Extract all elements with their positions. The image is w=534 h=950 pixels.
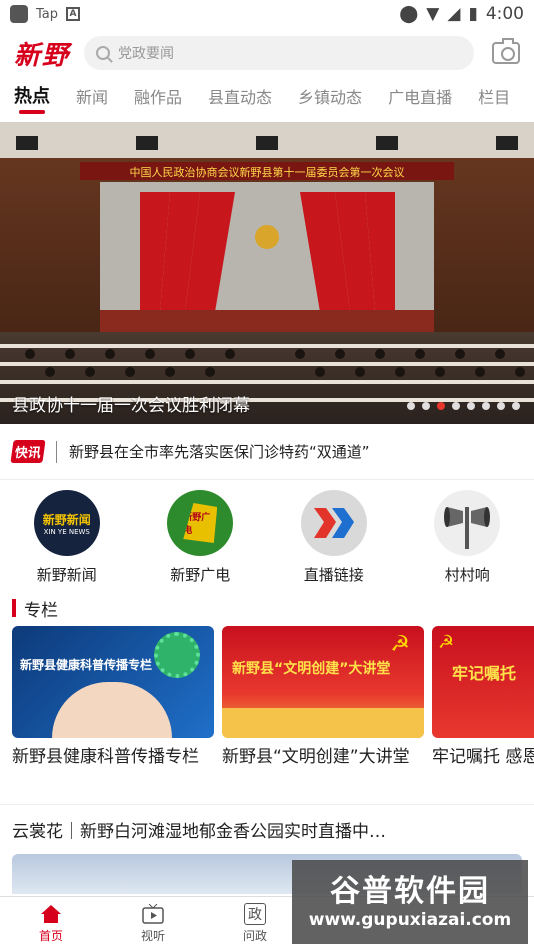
- section-accent-bar: [12, 599, 16, 617]
- quick-item-village-radio[interactable]: 村村响: [407, 490, 527, 590]
- tv-icon: [142, 903, 164, 925]
- card-title: 牢记嘱托 感恩: [432, 747, 534, 767]
- xinye-tv-logo-icon: 新野广电: [167, 490, 234, 556]
- mission-column-image: 牢记嘱托 ☭: [432, 626, 534, 738]
- home-icon: [40, 903, 62, 925]
- carousel-dot[interactable]: [497, 402, 505, 410]
- tab-hot[interactable]: 热点: [14, 78, 50, 118]
- font-icon: A: [66, 7, 81, 21]
- hero-banner[interactable]: 中国人民政治协商会议新野县第十一届委员会第一次会议 县政协十一届一次会议胜利闭幕: [0, 122, 534, 424]
- app-header: 新野 党政要闻: [0, 28, 534, 78]
- live-link-logo-icon: [300, 490, 367, 556]
- civilization-column-image: 新野县“文明创建”大讲堂 ☭: [222, 626, 424, 738]
- conference-hall-image: 中国人民政治协商会议新野县第十一届委员会第一次会议: [0, 122, 534, 424]
- carousel-dot-active[interactable]: [437, 402, 445, 410]
- stage-banner-text: 中国人民政治协商会议新野县第十一届委员会第一次会议: [130, 165, 405, 179]
- status-bar: Tap A ⬤ ▼ ◢ ▮ 4:00: [0, 0, 534, 28]
- nav-politics[interactable]: 政 问政: [204, 897, 306, 950]
- banner-caption: 县政协十一届一次会议胜利闭幕: [12, 396, 250, 416]
- quick-item-live-link[interactable]: 直播链接: [274, 490, 394, 590]
- loudspeaker-icon: [434, 490, 501, 556]
- app-logo: 新野: [14, 40, 71, 71]
- battery-icon: ▮: [468, 4, 478, 24]
- section-title: 专栏: [24, 600, 58, 621]
- carousel-dot[interactable]: [467, 402, 475, 410]
- live-stream-title: 云裳花｜新野白河滩湿地郁金香公园实时直播中…: [12, 822, 386, 842]
- tab-township[interactable]: 乡镇动态: [298, 78, 362, 118]
- quick-item-label: 直播链接: [303, 566, 364, 584]
- nav-home[interactable]: 首页: [0, 897, 102, 950]
- virus-icon: [154, 632, 200, 678]
- party-emblem-icon: ☭: [390, 632, 410, 657]
- divider: [56, 440, 58, 463]
- camera-icon[interactable]: [492, 38, 520, 64]
- watermark-title: 谷普软件园: [330, 874, 490, 909]
- carousel-dot[interactable]: [407, 402, 415, 410]
- nav-media[interactable]: 视听: [102, 897, 204, 950]
- section-header: 专栏: [0, 590, 534, 626]
- xinye-news-logo-icon: 新野新闻 XIN YE NEWS: [33, 490, 100, 556]
- search-icon: [96, 46, 111, 60]
- search-placeholder: 党政要闻: [118, 46, 175, 62]
- card-title: 新野县“文明创建”大讲堂: [222, 747, 410, 767]
- quick-item-label: 村村响: [444, 566, 490, 584]
- quick-entries: 新野新闻 XIN YE NEWS 新野新闻 新野广电 新野广电 直播链接 村村响: [0, 480, 534, 590]
- doctors-illustration: [52, 682, 172, 738]
- flash-news-text[interactable]: 新野县在全市率先落实医保门诊特药“双通道”: [69, 441, 370, 462]
- quick-item-xinye-news[interactable]: 新野新闻 XIN YE NEWS 新野新闻: [7, 490, 127, 590]
- card-title: 新野县健康科普传播专栏: [12, 747, 199, 767]
- nav-label: 问政: [242, 929, 267, 943]
- column-card[interactable]: 新野县健康科普传播专栏 新野县健康科普传播专栏: [12, 626, 214, 804]
- health-column-image: 新野县健康科普传播专栏: [12, 626, 214, 738]
- flash-badge: 快讯: [10, 440, 46, 463]
- status-time: 4:00: [485, 4, 524, 24]
- search-bar[interactable]: 党政要闻: [84, 36, 474, 70]
- party-emblem-icon: ☭: [438, 632, 455, 653]
- tab-works[interactable]: 融作品: [134, 78, 182, 118]
- wifi-icon: ▼: [426, 4, 440, 24]
- quick-item-label: 新野新闻: [36, 566, 97, 584]
- politics-icon: 政: [244, 903, 266, 925]
- notification-icon: [10, 5, 28, 23]
- tab-live[interactable]: 广电直播: [388, 78, 452, 118]
- carousel-dot[interactable]: [512, 402, 520, 410]
- signal-icon: ◢: [447, 4, 461, 24]
- nav-label: 视听: [140, 929, 165, 943]
- tab-news[interactable]: 新闻: [76, 78, 108, 118]
- status-app-label: Tap: [36, 6, 59, 22]
- quick-item-xinye-tv[interactable]: 新野广电 新野广电: [140, 490, 260, 590]
- location-icon: ⬤: [399, 4, 419, 24]
- carousel-dots: [407, 402, 520, 410]
- watermark-url: www.gupuxiazai.com: [308, 910, 512, 930]
- column-card[interactable]: 新野县“文明创建”大讲堂 ☭ 新野县“文明创建”大讲堂: [222, 626, 424, 804]
- tab-columns[interactable]: 栏目: [478, 78, 510, 118]
- flash-news-bar[interactable]: 快讯 新野县在全市率先落实医保门诊特药“双通道”: [0, 424, 534, 480]
- column-card[interactable]: 牢记嘱托 ☭ 牢记嘱托 感恩: [432, 626, 534, 804]
- channel-tabs: 热点 新闻 融作品 县直动态 乡镇动态 广电直播 栏目: [0, 78, 534, 118]
- carousel-dot[interactable]: [452, 402, 460, 410]
- carousel-dot[interactable]: [422, 402, 430, 410]
- tab-county[interactable]: 县直动态: [208, 78, 272, 118]
- carousel-dot[interactable]: [482, 402, 490, 410]
- column-cards: 新野县健康科普传播专栏 新野县健康科普传播专栏 新野县“文明创建”大讲堂 ☭ 新…: [0, 626, 534, 804]
- nav-label: 首页: [38, 929, 63, 943]
- quick-item-label: 新野广电: [170, 566, 231, 584]
- watermark: 谷普软件园 www.gupuxiazai.com: [292, 860, 528, 944]
